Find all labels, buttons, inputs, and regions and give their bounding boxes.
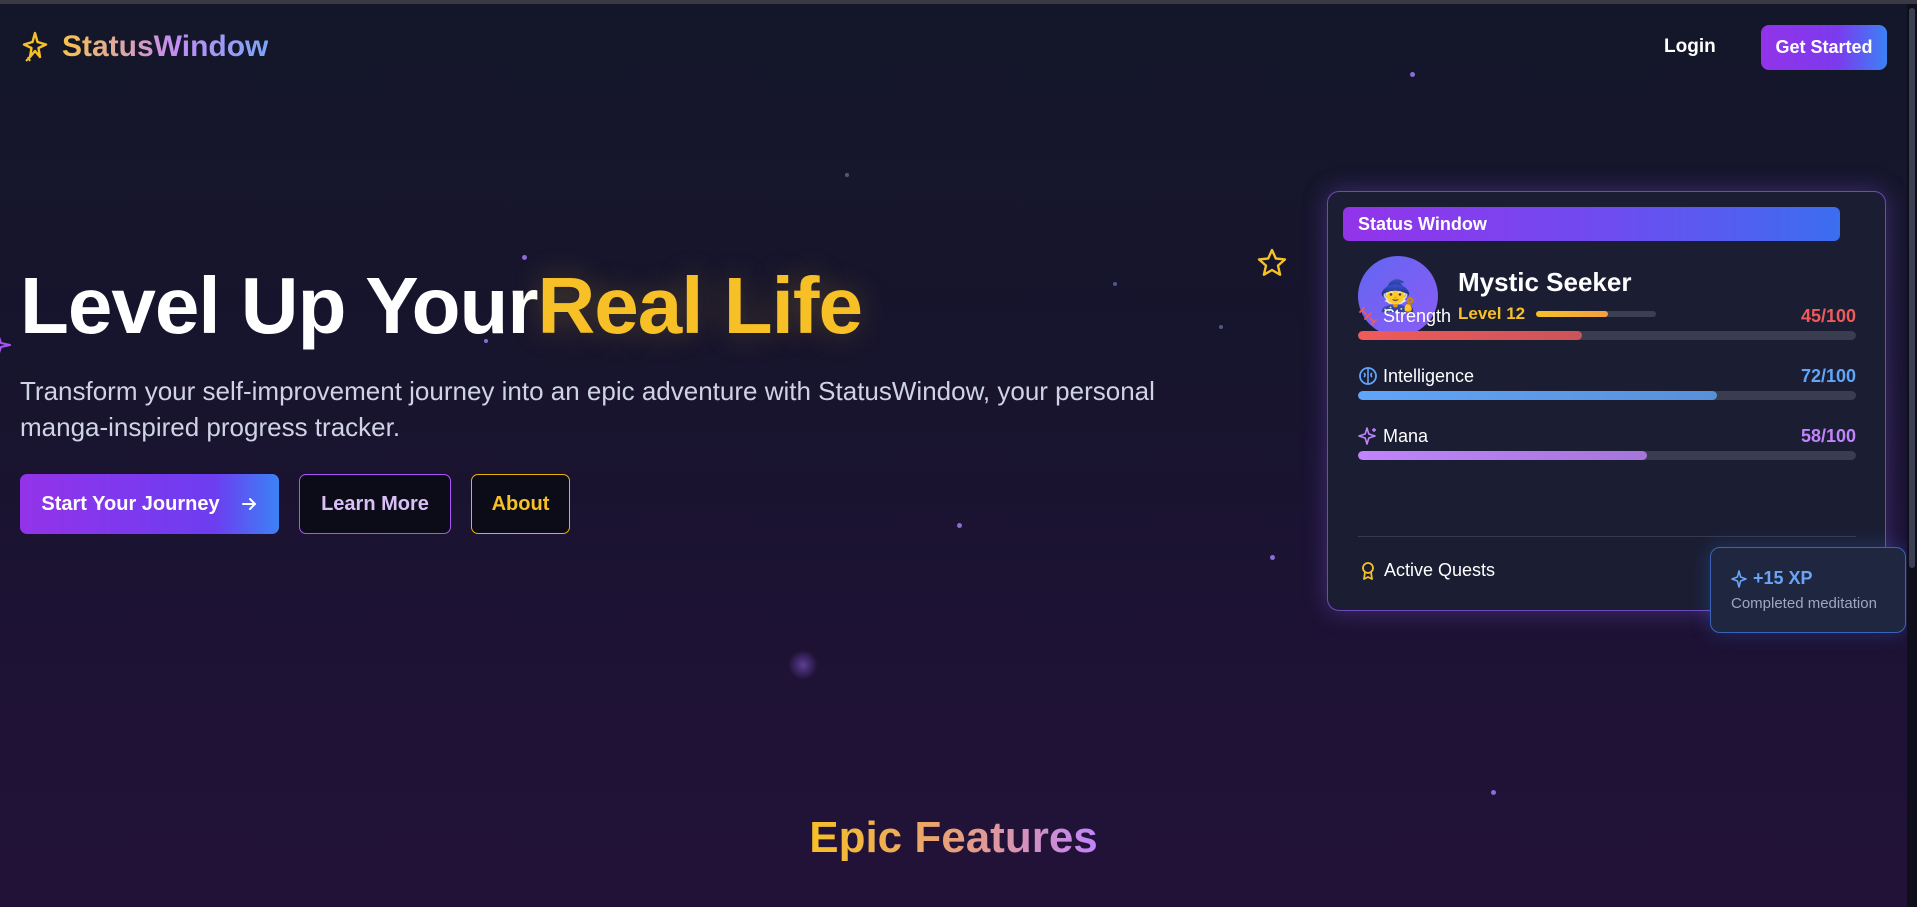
- stat-strength: Strength 45/100: [1358, 306, 1856, 346]
- decorative-dot: [1410, 72, 1415, 77]
- section-heading: Epic Features: [0, 810, 1907, 866]
- hero-title-highlight: Real Life: [537, 261, 863, 350]
- hero-title: Level Up YourReal Life: [20, 258, 863, 354]
- xp-notification: +15 XP Completed meditation: [1710, 547, 1906, 633]
- features-heading: Epic Features: [809, 813, 1098, 862]
- arrow-right-icon: [241, 498, 256, 510]
- about-button[interactable]: About: [471, 474, 570, 534]
- award-icon: [1362, 561, 1374, 580]
- stat-bar-fill: [1358, 451, 1647, 460]
- browser-top-line: [0, 0, 1917, 4]
- decorative-dot: [1270, 555, 1275, 560]
- stat-bar: [1358, 451, 1856, 460]
- login-link[interactable]: Login: [1664, 36, 1716, 58]
- stat-bar-fill: [1358, 331, 1583, 340]
- hero-subtitle: Transform your self-improvement journey …: [20, 376, 1155, 442]
- stat-value: 45/100: [1800, 306, 1856, 326]
- stat-label: Strength: [1383, 306, 1452, 326]
- start-journey-button[interactable]: Start Your Journey: [20, 474, 279, 534]
- xp-amount: +15 XP: [1753, 568, 1813, 588]
- active-quests-label: Active Quests: [1384, 560, 1496, 580]
- stat-label: Intelligence: [1383, 366, 1475, 386]
- get-started-button[interactable]: Get Started: [1761, 25, 1887, 70]
- sparkle-icon: [1731, 569, 1747, 588]
- sparkle-logo-icon: [22, 31, 48, 62]
- scrollbar-thumb[interactable]: [1909, 8, 1915, 568]
- brain-icon: [1359, 367, 1377, 385]
- xp-description: Completed meditation: [1731, 595, 1877, 612]
- decorative-dot: [957, 523, 962, 528]
- status-window-tab: Status Window: [1343, 207, 1840, 241]
- logo-text: StatusWindow: [62, 30, 269, 63]
- stat-value: 58/100: [1800, 426, 1856, 446]
- learn-more-button[interactable]: Learn More: [299, 474, 451, 534]
- stat-label: Mana: [1383, 426, 1429, 446]
- sparkles-icon: [1358, 427, 1376, 445]
- decorative-dot: [1113, 282, 1117, 286]
- star-icon: [1257, 248, 1287, 276]
- dumbbell-icon: [1359, 307, 1377, 325]
- scrollbar[interactable]: [1907, 4, 1917, 907]
- sparkle-icon: [0, 336, 11, 354]
- decorative-glow: [788, 650, 818, 680]
- start-journey-label: Start Your Journey: [41, 492, 220, 515]
- hero-title-part1: Level Up Your: [20, 261, 539, 350]
- stat-intelligence: Intelligence 72/100: [1358, 366, 1856, 406]
- stat-value: 72/100: [1800, 366, 1856, 386]
- decorative-dot: [1491, 790, 1496, 795]
- logo[interactable]: StatusWindow: [20, 30, 268, 64]
- decorative-dot: [1219, 325, 1223, 329]
- stat-bar-fill: [1358, 391, 1717, 400]
- stat-mana: Mana 58/100: [1358, 426, 1856, 466]
- decorative-dot: [845, 173, 849, 177]
- xp-title-row: +15 XP: [1731, 568, 1905, 589]
- character-name: Mystic Seeker: [1458, 267, 1632, 297]
- divider: [1358, 536, 1856, 537]
- stat-bar: [1358, 331, 1856, 340]
- active-quests[interactable]: Active Quests: [1358, 560, 1495, 581]
- stat-bar: [1358, 391, 1856, 400]
